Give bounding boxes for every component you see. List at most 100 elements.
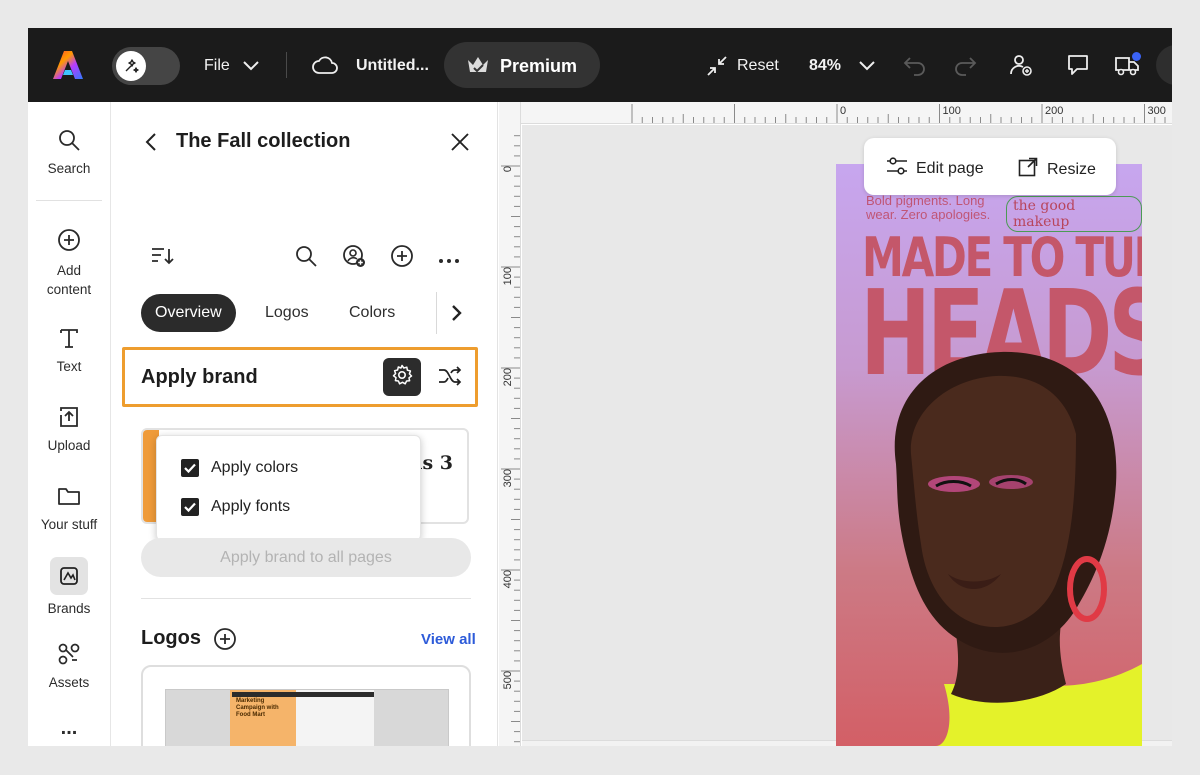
folder-icon: [28, 484, 110, 511]
chevron-down-icon[interactable]: [242, 58, 260, 77]
page-actions-toolbar: Edit page Resize: [864, 138, 1116, 195]
profile-avatar[interactable]: [1156, 45, 1172, 85]
invite-user-icon[interactable]: [1009, 53, 1033, 82]
share-brand-icon[interactable]: [342, 244, 366, 273]
horizontal-ruler: 0 100 200 300: [521, 102, 1172, 124]
panel-title: The Fall collection: [176, 130, 351, 152]
undo-icon[interactable]: [902, 54, 928, 81]
sort-icon[interactable]: [150, 245, 174, 272]
collapse-arrows-icon[interactable]: [706, 55, 728, 82]
shuffle-icon[interactable]: [437, 364, 463, 393]
rail-divider: [36, 200, 102, 201]
premium-label: Premium: [500, 56, 578, 76]
ruler-label: 300: [502, 469, 514, 487]
rail-item-brands[interactable]: Brands: [28, 557, 110, 616]
premium-button[interactable]: Premium: [444, 42, 600, 88]
resize-icon: [1018, 157, 1038, 182]
zoom-level[interactable]: 84%: [809, 57, 841, 75]
logos-section-title: Logos: [141, 627, 201, 649]
vertical-ruler: 0 100 200 300 400 500: [499, 102, 521, 746]
tabs-next-button[interactable]: [436, 292, 476, 334]
crown-icon: [466, 55, 490, 80]
poster-page[interactable]: Bold pigments. Long wear. Zero apologies…: [836, 164, 1142, 746]
close-icon[interactable]: [450, 132, 470, 157]
thumbnail-orange-panel: Marketing Campaign with Food Mart: [230, 690, 296, 746]
rail-item-label: Add content: [46, 263, 92, 297]
rail-item-add-content[interactable]: Add content: [28, 228, 110, 299]
tab-overview[interactable]: Overview: [141, 294, 236, 332]
rail-item-text[interactable]: Text: [28, 326, 110, 374]
add-circle-icon[interactable]: [390, 244, 414, 273]
cloud-icon[interactable]: [312, 55, 338, 80]
resize-label: Resize: [1047, 160, 1096, 178]
portrait-image[interactable]: [836, 164, 1142, 746]
app-window: File Untitled... Premium Reset 84% Searc…: [28, 28, 1172, 746]
ruler-label: 0: [502, 166, 514, 172]
add-logo-icon[interactable]: [213, 627, 237, 656]
apply-brand-options-popover: Apply colors Apply fonts: [156, 435, 421, 541]
rail-item-your-stuff[interactable]: Your stuff: [28, 484, 110, 532]
left-rail: Search Add content Text Upload Your stuf…: [28, 102, 111, 746]
apply-brand-title: Apply brand: [141, 366, 258, 388]
checkbox-checked-icon[interactable]: [181, 459, 199, 477]
ruler-label: 400: [502, 570, 514, 588]
generative-toggle[interactable]: [112, 47, 180, 85]
redo-icon[interactable]: [952, 54, 978, 81]
view-all-logos-link[interactable]: View all: [421, 631, 476, 648]
search-icon: [28, 128, 110, 155]
ruler-label: 100: [943, 105, 961, 117]
tab-logos[interactable]: Logos: [265, 294, 309, 332]
toolbar-divider: [286, 52, 287, 78]
logo-card[interactable]: Marketing Campaign with Food Mart: [141, 665, 471, 746]
thumbnail-caption: Marketing Campaign with Food Mart: [236, 698, 279, 718]
apply-fonts-label: Apply fonts: [211, 498, 291, 515]
tab-colors[interactable]: Colors: [349, 294, 395, 332]
rail-item-assets[interactable]: Assets: [28, 642, 110, 690]
rail-item-label: Search: [47, 161, 91, 176]
sliders-icon: [886, 157, 908, 180]
section-divider: [141, 598, 471, 599]
add-circle-icon: [28, 228, 110, 255]
file-menu[interactable]: File: [204, 57, 230, 75]
rail-item-label: Brands: [47, 601, 91, 616]
apply-brand-settings-button[interactable]: [383, 358, 421, 396]
apply-brand-to-all-pages-button[interactable]: Apply brand to all pages: [141, 538, 471, 577]
rail-item-label: Assets: [48, 675, 90, 690]
upload-icon: [28, 405, 110, 432]
notification-dot: [1132, 52, 1141, 61]
apply-fonts-option[interactable]: Apply fonts: [181, 498, 290, 516]
comment-icon[interactable]: [1066, 53, 1090, 82]
apply-brand-section: Apply brand: [122, 347, 478, 407]
resize-button[interactable]: Resize: [1018, 157, 1096, 182]
chevron-down-icon[interactable]: [858, 58, 876, 77]
apply-colors-option[interactable]: Apply colors: [181, 459, 298, 477]
search-icon[interactable]: [294, 244, 318, 273]
back-arrow-icon[interactable]: [144, 132, 158, 157]
ruler-label: 300: [1148, 105, 1166, 117]
gear-icon: [391, 364, 413, 391]
more-options-icon[interactable]: ...: [28, 718, 110, 738]
assets-icon: [28, 642, 110, 669]
ruler-label: 0: [840, 105, 846, 117]
thumbnail-screen: [296, 690, 374, 746]
ruler-label: 200: [502, 368, 514, 386]
brand-panel: The Fall collection Overview Logos Color…: [112, 102, 498, 746]
adobe-express-logo-icon[interactable]: [52, 50, 84, 80]
rail-item-search[interactable]: Search: [28, 128, 110, 176]
rail-item-upload[interactable]: Upload: [28, 405, 110, 453]
document-title[interactable]: Untitled...: [356, 57, 429, 75]
ruler-label: 200: [1045, 105, 1063, 117]
rail-item-label: Text: [56, 359, 82, 374]
more-options-icon[interactable]: [438, 252, 460, 270]
magic-wand-icon: [116, 51, 146, 81]
thumbnail-topbar: [232, 692, 374, 697]
apply-colors-label: Apply colors: [211, 459, 299, 476]
ruler-label: 500: [502, 671, 514, 689]
edit-page-button[interactable]: Edit page: [886, 157, 984, 180]
checkbox-checked-icon[interactable]: [181, 498, 199, 516]
reset-button[interactable]: Reset: [737, 57, 779, 75]
edit-page-label: Edit page: [916, 159, 984, 177]
top-bar: File Untitled... Premium Reset 84%: [28, 28, 1172, 102]
text-icon: [28, 326, 110, 353]
rail-item-label: Upload: [47, 438, 91, 453]
